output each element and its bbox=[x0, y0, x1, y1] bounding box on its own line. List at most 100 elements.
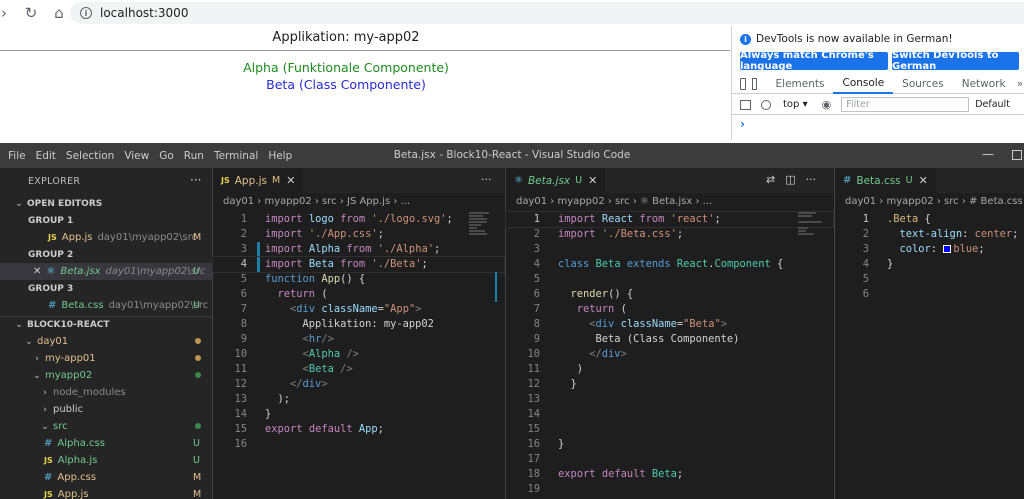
line-number: 2 bbox=[862, 228, 869, 240]
match-language-button[interactable]: Always match Chrome's language bbox=[740, 50, 888, 72]
console-prompt[interactable]: › bbox=[740, 117, 745, 131]
beta-component-text: Beta (Class Componente) bbox=[266, 77, 426, 92]
maximize-icon[interactable] bbox=[1012, 150, 1022, 160]
group-3-header[interactable]: GROUP 3 bbox=[0, 280, 212, 297]
more-tabs-icon[interactable]: » bbox=[1015, 74, 1024, 94]
sidebar-toggle-icon[interactable] bbox=[740, 99, 751, 110]
breadcrumb[interactable]: day01 › myapp02 › src › ⚛ Beta.jsx › ... bbox=[516, 196, 712, 207]
editor-actions: ··· bbox=[481, 173, 492, 186]
project-label: BLOCK10-REACT bbox=[27, 320, 110, 330]
file-path: day01\myapp02\src bbox=[105, 266, 206, 277]
code-line: import logo from './logo.svg'; bbox=[265, 213, 453, 225]
menu-file[interactable]: File bbox=[8, 150, 26, 162]
tree-src[interactable]: ⌄ src bbox=[0, 418, 212, 435]
menu-selection[interactable]: Selection bbox=[66, 150, 114, 162]
breadcrumb[interactable]: day01 › myapp02 › src › # Beta.css bbox=[845, 196, 1023, 207]
code-editor[interactable]: 1 import logo from './logo.svg'; 2 import … bbox=[212, 212, 505, 452]
open-editor-app-js[interactable]: JS App.js day01\myapp02\src M bbox=[0, 229, 212, 246]
folder-name: node_modules bbox=[53, 387, 126, 398]
minimize-icon[interactable]: — bbox=[982, 147, 994, 161]
compare-changes-icon[interactable]: ⇄ bbox=[766, 173, 775, 186]
context-selector[interactable]: top ▾ bbox=[783, 99, 808, 110]
switch-german-button[interactable]: Switch DevTools to German bbox=[892, 50, 1019, 72]
log-levels-dropdown[interactable]: Default bbox=[975, 99, 1010, 110]
close-icon[interactable]: ✕ bbox=[919, 174, 928, 187]
group-1-header[interactable]: GROUP 1 bbox=[0, 212, 212, 229]
clear-console-icon[interactable] bbox=[761, 99, 771, 110]
forward-icon[interactable]: › bbox=[0, 2, 8, 24]
more-actions-icon[interactable]: ··· bbox=[806, 173, 817, 186]
device-toolbar-icon[interactable] bbox=[752, 77, 757, 90]
explorer-more-icon[interactable]: ··· bbox=[190, 173, 201, 187]
minimap[interactable] bbox=[469, 212, 499, 256]
folder-name: my-app01 bbox=[45, 353, 96, 364]
group-2-header[interactable]: GROUP 2 bbox=[0, 246, 212, 263]
tab-console[interactable]: Console bbox=[833, 74, 894, 94]
project-section[interactable]: ⌄ BLOCK10-REACT bbox=[0, 316, 212, 333]
line-number: 4 bbox=[240, 258, 247, 270]
info-icon[interactable]: i bbox=[80, 7, 92, 19]
tab-beta-jsx[interactable]: ⚛ Beta.jsx U ✕ bbox=[506, 168, 606, 193]
home-icon[interactable]: ⌂ bbox=[48, 2, 70, 24]
css-file-icon: # bbox=[44, 472, 53, 483]
split-editor-icon[interactable]: ◫ bbox=[785, 173, 795, 186]
explorer-sidebar: EXPLORER ··· ⌄ OPEN EDITORS GROUP 1 JS A… bbox=[0, 168, 212, 499]
tree-public[interactable]: › public bbox=[0, 401, 212, 418]
menu-view[interactable]: View bbox=[124, 150, 149, 162]
inspect-element-icon[interactable] bbox=[740, 77, 747, 90]
close-icon[interactable]: ✕ bbox=[588, 174, 597, 187]
color-swatch-icon[interactable] bbox=[943, 245, 952, 253]
close-icon[interactable]: ✕ bbox=[33, 266, 41, 277]
menu-go[interactable]: Go bbox=[159, 150, 174, 162]
breadcrumb[interactable]: day01 › myapp02 › src › JS App.js › ... bbox=[223, 196, 410, 207]
file-name: App.js bbox=[57, 489, 89, 499]
tree-app-js[interactable]: JS App.js M bbox=[0, 486, 212, 499]
open-editor-beta-css[interactable]: # Beta.css day01\myapp02\src U bbox=[0, 297, 212, 314]
minimap[interactable] bbox=[798, 212, 828, 256]
menu-run[interactable]: Run bbox=[184, 150, 204, 162]
console-filter-input[interactable]: Filter bbox=[841, 97, 970, 112]
menu-help[interactable]: Help bbox=[268, 150, 292, 162]
notice-text: DevTools is now available in German! bbox=[756, 33, 953, 45]
line-number: 16 bbox=[527, 438, 540, 450]
line-number: 1 bbox=[533, 213, 540, 225]
line-number: 14 bbox=[527, 408, 540, 420]
scrollbar-change-marker bbox=[495, 272, 497, 302]
more-actions-icon[interactable]: ··· bbox=[481, 173, 492, 186]
tab-app-js[interactable]: JS App.js M ✕ bbox=[213, 168, 304, 193]
tree-alpha-js[interactable]: JS Alpha.js U bbox=[0, 452, 212, 469]
git-status-badge: M bbox=[193, 472, 202, 483]
tree-app-css[interactable]: # App.css M bbox=[0, 469, 212, 486]
tab-elements[interactable]: Elements bbox=[767, 74, 834, 94]
code-line: return ( bbox=[277, 288, 328, 300]
code-editor[interactable]: 1 import React from 'react'; 2 import './B… bbox=[505, 211, 834, 497]
line-number: 6 bbox=[533, 288, 540, 300]
tab-network[interactable]: Network bbox=[953, 74, 1015, 94]
tree-node-modules[interactable]: › node_modules bbox=[0, 384, 212, 401]
tree-myapp02[interactable]: ⌄ myapp02 bbox=[0, 367, 212, 384]
tree-alpha-css[interactable]: # Alpha.css U bbox=[0, 435, 212, 452]
reload-icon[interactable]: ↻ bbox=[20, 2, 42, 24]
code-line: class Beta extends React.Component { bbox=[558, 258, 784, 270]
live-expression-icon[interactable]: ◉ bbox=[822, 98, 832, 111]
code-line: import Alpha from './Alpha'; bbox=[256, 242, 441, 257]
tree-my-app01[interactable]: › my-app01 bbox=[0, 350, 212, 367]
open-editors-section[interactable]: ⌄ OPEN EDITORS bbox=[0, 195, 212, 212]
tab-beta-css[interactable]: # Beta.css U ✕ bbox=[835, 168, 936, 193]
line-number: 17 bbox=[527, 453, 540, 465]
line-number: 11 bbox=[234, 363, 247, 375]
url-text[interactable]: localhost:3000 bbox=[100, 6, 188, 20]
code-editor[interactable]: 1 .Beta { 2 text-align: center; 3 color: … bbox=[835, 212, 1024, 302]
line-number: 3 bbox=[240, 243, 247, 255]
vscode-window: File Edit Selection View Go Run Terminal… bbox=[0, 143, 1024, 499]
tree-day01[interactable]: ⌄ day01 bbox=[0, 333, 212, 350]
menu-edit[interactable]: Edit bbox=[36, 150, 56, 162]
code-line: .Beta { bbox=[887, 213, 931, 225]
close-icon[interactable]: ✕ bbox=[286, 174, 295, 187]
line-number: 9 bbox=[240, 333, 247, 345]
tab-sources[interactable]: Sources bbox=[893, 74, 953, 94]
menu-terminal[interactable]: Terminal bbox=[214, 150, 258, 162]
line-number: 2 bbox=[240, 228, 247, 240]
address-bar[interactable]: i localhost:3000 bbox=[70, 2, 1024, 24]
open-editor-beta-jsx[interactable]: ✕ ⚛ Beta.jsx day01\myapp02\src U bbox=[0, 263, 212, 280]
